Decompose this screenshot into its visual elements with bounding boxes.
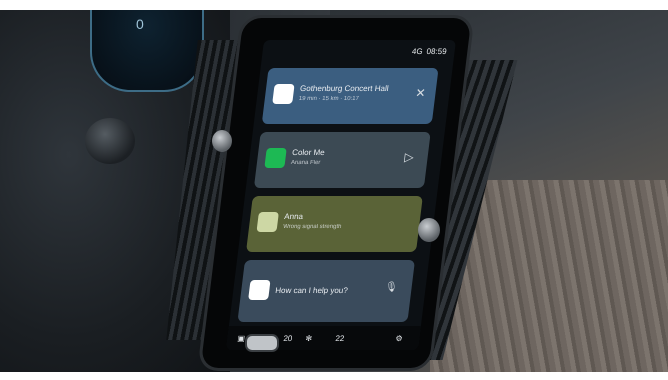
call-status: Wrong signal strength <box>282 224 342 230</box>
nav-title: Gothenburg Concert Hall <box>299 84 390 93</box>
car-interior-photo: 0 4G 08:59 Gothenburg Concert Hall 19 mi… <box>0 0 668 380</box>
mic-icon[interactable]: 🎙 <box>384 282 398 293</box>
stalk-knob <box>85 118 135 164</box>
maps-icon <box>272 84 295 104</box>
vent-knob-right <box>418 218 440 242</box>
instrument-cluster <box>90 10 204 92</box>
cluster-readout: 0 <box>136 16 144 32</box>
nav-subtitle: 19 min · 15 km · 10:17 <box>298 96 360 102</box>
phone-icon <box>256 212 279 232</box>
play-icon[interactable]: ▷ <box>404 150 415 164</box>
clock: 08:59 <box>426 47 448 56</box>
vent-knob-left <box>212 130 232 152</box>
signal-indicator: 4G <box>411 47 424 56</box>
status-bar: 4G 08:59 <box>262 40 456 60</box>
google-assistant-icon <box>248 280 271 300</box>
infotainment-screen: 4G 08:59 Gothenburg Concert Hall 19 min … <box>225 40 457 350</box>
music-title: Color Me <box>291 148 326 157</box>
card-navigation[interactable]: Gothenburg Concert Hall 19 min · 15 km ·… <box>261 68 439 124</box>
hardware-home-button <box>245 334 279 352</box>
temp-left[interactable]: 20 <box>283 334 293 343</box>
spotify-icon <box>264 148 287 168</box>
caller-name: Anna <box>283 212 304 221</box>
card-assistant[interactable]: How can I help you? 🎙 <box>237 260 416 322</box>
assistant-prompt: How can I help you? <box>274 286 349 295</box>
fan-icon[interactable]: ✻ <box>305 334 313 343</box>
temp-right[interactable]: 22 <box>335 334 345 343</box>
card-phone[interactable]: Anna Wrong signal strength <box>246 196 423 252</box>
music-artist: Ariana Fler <box>290 160 321 166</box>
bottom-margin <box>0 372 668 380</box>
close-icon[interactable]: ✕ <box>415 86 427 100</box>
card-music[interactable]: Color Me Ariana Fler ▷ <box>253 132 431 188</box>
top-margin <box>0 0 668 10</box>
settings-icon[interactable]: ⚙ <box>395 334 403 343</box>
